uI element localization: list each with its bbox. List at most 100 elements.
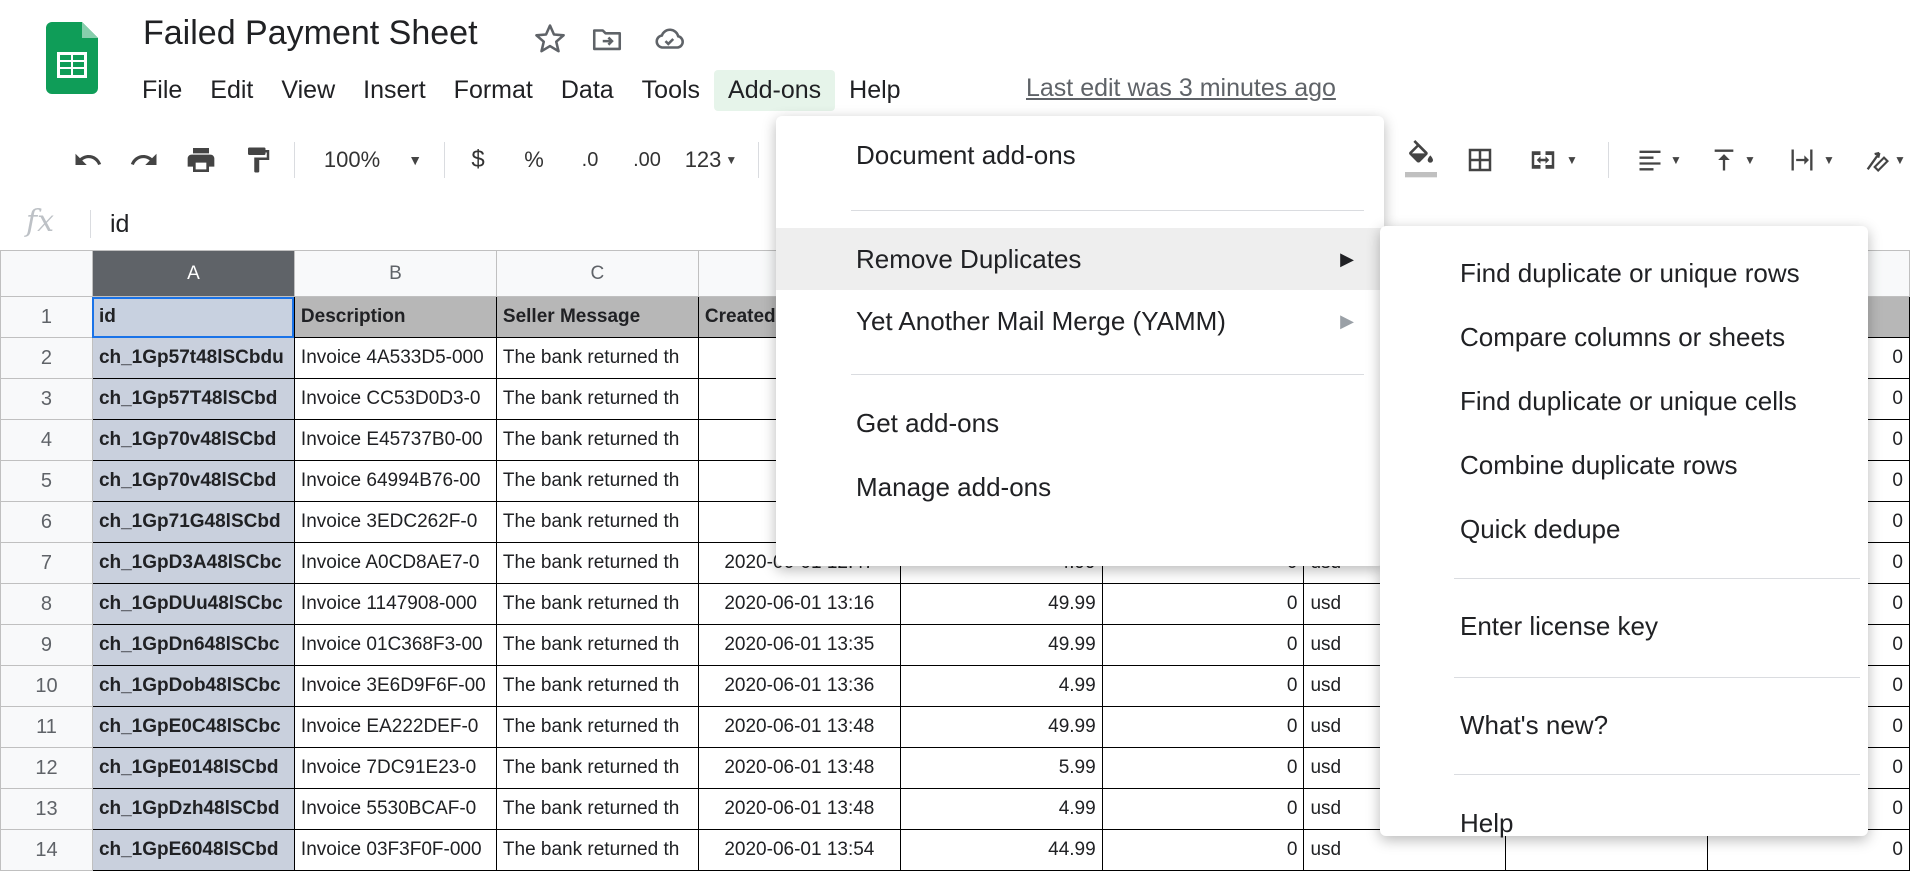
cell[interactable]: ch_1Gp71G48lSCbd [91,501,295,543]
paint-format-button[interactable] [238,122,278,198]
cell[interactable]: Invoice 1147908-000 [293,583,497,625]
fill-color-button[interactable] [1398,122,1444,198]
row-header[interactable]: 14 [0,829,93,871]
cell[interactable]: 0 [1101,583,1305,625]
cell[interactable]: ch_1GpE0148lSCbd [91,747,295,789]
horizontal-align-button[interactable]: ▼ [1626,122,1692,198]
menu-format[interactable]: Format [440,70,547,111]
cell[interactable]: 2020-06-01 13:16 [697,583,901,625]
row-header[interactable]: 8 [0,583,93,625]
menu-item-get-addons[interactable]: Get add-ons [776,392,1384,454]
submenu-help[interactable]: Help [1460,808,1513,839]
menu-insert[interactable]: Insert [349,70,440,111]
cell[interactable]: 4.99 [899,788,1103,830]
redo-button[interactable] [124,122,164,198]
submenu-compare-columns[interactable]: Compare columns or sheets [1460,322,1785,353]
cell[interactable]: Invoice 5530BCAF-0 [293,788,497,830]
row-header[interactable]: 6 [0,501,93,543]
column-header[interactable]: B [293,250,497,297]
print-button[interactable] [180,122,222,198]
cell[interactable]: ch_1Gp57t48lSCbdu [91,337,295,379]
cell[interactable]: ch_1Gp70v48lSCbd [91,419,295,461]
header-cell[interactable]: Description [293,296,497,338]
cell[interactable]: Invoice 3EDC262F-0 [293,501,497,543]
row-header[interactable]: 10 [0,665,93,707]
cell[interactable]: ch_1Gp57T48lSCbd [91,378,295,420]
menu-item-yamm[interactable]: Yet Another Mail Merge (YAMM) ▶ [776,290,1384,352]
submenu-enter-license-key[interactable]: Enter license key [1460,611,1658,642]
row-header[interactable]: 7 [0,542,93,584]
cell[interactable]: Invoice 3E6D9F6F-00 [293,665,497,707]
cell[interactable]: 0 [1101,788,1305,830]
submenu-quick-dedupe[interactable]: Quick dedupe [1460,514,1620,545]
text-rotation-button[interactable]: ▼ [1858,122,1910,198]
cell[interactable]: 44.99 [899,829,1103,871]
cell[interactable]: The bank returned th [495,788,699,830]
cell[interactable]: ch_1GpD3A48lSCbc [91,542,295,584]
cell[interactable]: ch_1GpE0C48lSCbc [91,706,295,748]
row-header[interactable]: 4 [0,419,93,461]
cell[interactable]: The bank returned th [495,378,699,420]
row-header[interactable]: 1 [0,296,93,338]
cell[interactable]: The bank returned th [495,501,699,543]
cell[interactable]: The bank returned th [495,460,699,502]
cell[interactable]: ch_1GpDUu48lSCbc [91,583,295,625]
cell[interactable]: Invoice 64994B76-00 [293,460,497,502]
cell[interactable]: ch_1Gp70v48lSCbd [91,460,295,502]
formula-input[interactable]: id [110,210,129,239]
header-cell[interactable]: Seller Message [495,296,699,338]
menu-addons[interactable]: Add-ons [714,69,836,111]
cell[interactable]: The bank returned th [495,583,699,625]
menu-data[interactable]: Data [547,70,628,111]
submenu-whats-new[interactable]: What's new? [1460,710,1608,741]
menu-edit[interactable]: Edit [196,70,267,111]
menu-help[interactable]: Help [835,70,914,111]
percent-format-button[interactable]: % [516,122,552,198]
star-icon[interactable] [533,22,567,56]
cell[interactable]: The bank returned th [495,337,699,379]
cell[interactable]: 5.99 [899,747,1103,789]
submenu-find-duplicate-cells[interactable]: Find duplicate or unique cells [1460,386,1797,417]
cell[interactable]: 2020-06-01 13:35 [697,624,901,666]
row-header[interactable]: 13 [0,788,93,830]
cell[interactable]: 2020-06-01 13:48 [697,747,901,789]
move-to-folder-icon[interactable] [590,22,624,56]
cell[interactable]: 4.99 [899,665,1103,707]
header-cell[interactable]: id [91,296,295,338]
cell[interactable]: Invoice CC53D0D3-0 [293,378,497,420]
cell[interactable]: The bank returned th [495,624,699,666]
undo-button[interactable] [68,122,108,198]
cell[interactable]: The bank returned th [495,419,699,461]
cell[interactable]: ch_1GpE6048lSCbd [91,829,295,871]
cell[interactable]: Invoice 7DC91E23-0 [293,747,497,789]
cell[interactable]: Invoice EA222DEF-0 [293,706,497,748]
cell[interactable]: Invoice E45737B0-00 [293,419,497,461]
cell[interactable]: Invoice 4A533D5-000 [293,337,497,379]
row-header[interactable]: 2 [0,337,93,379]
more-formats-button[interactable]: 123 ▼ [678,122,744,198]
submenu-find-duplicate-rows[interactable]: Find duplicate or unique rows [1460,258,1800,289]
merge-cells-button[interactable]: ▼ [1516,122,1590,198]
menu-view[interactable]: View [267,70,349,111]
row-header[interactable]: 9 [0,624,93,666]
last-edit-link[interactable]: Last edit was 3 minutes ago [1026,74,1336,103]
cell[interactable]: ch_1GpDzh48lSCbd [91,788,295,830]
menu-item-document-addons[interactable]: Document add-ons [776,124,1384,186]
zoom-select[interactable]: 100% ▼ [318,122,428,198]
menu-tools[interactable]: Tools [628,70,714,111]
cell[interactable]: 49.99 [899,624,1103,666]
cell[interactable]: Invoice A0CD8AE7-0 [293,542,497,584]
document-title[interactable]: Failed Payment Sheet [143,14,478,53]
cell[interactable]: 0 [1101,706,1305,748]
row-header[interactable]: 12 [0,747,93,789]
row-header[interactable]: 5 [0,460,93,502]
cell[interactable]: Invoice 01C368F3-00 [293,624,497,666]
vertical-align-button[interactable]: ▼ [1700,122,1766,198]
increase-decimal-button[interactable]: .00 [622,122,672,198]
menu-item-remove-duplicates[interactable]: Remove Duplicates ▶ [776,228,1384,290]
cell[interactable]: 49.99 [899,706,1103,748]
cell[interactable]: 0 [1101,747,1305,789]
cell[interactable]: The bank returned th [495,665,699,707]
text-wrap-button[interactable]: ▼ [1776,122,1846,198]
cell[interactable]: ch_1GpDn648lSCbc [91,624,295,666]
